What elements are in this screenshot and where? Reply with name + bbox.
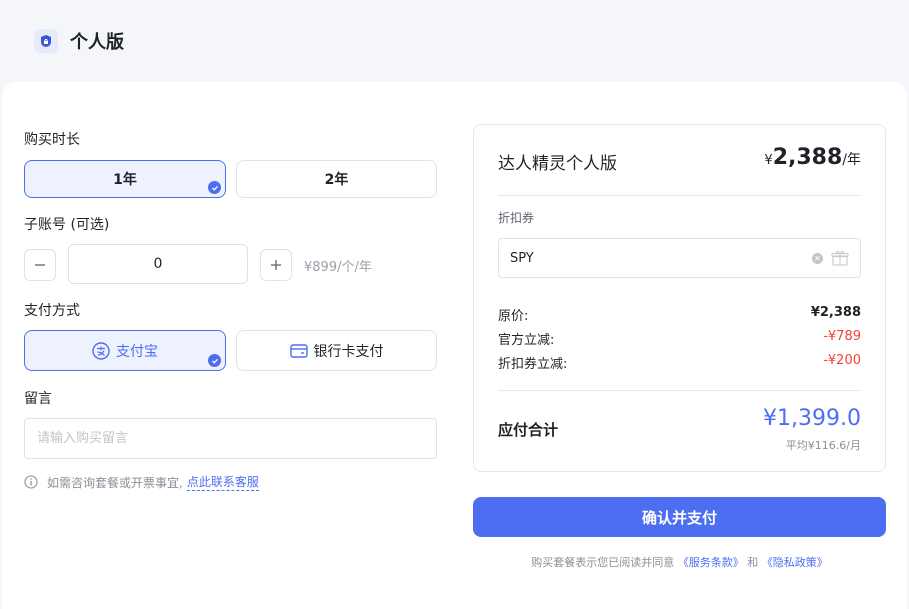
coupon-label: 折扣券 [498,211,535,225]
check-icon [208,181,221,194]
official-discount-value: -¥789 [823,329,861,344]
coupon-discount-row: 折扣券立减: -¥200 [498,353,861,372]
note-label: 留言 [24,391,52,407]
product-name: 达人精灵个人版 [498,154,617,174]
plus-icon [271,260,281,270]
contact-support-link[interactable]: 点此联系客服 [186,473,259,491]
contact-tip: 如需咨询套餐或开票事宜, 点此联系客服 [24,473,259,491]
duration-option-1-year[interactable]: 1年 [24,160,226,198]
price-amount: 2,388 [772,145,843,170]
divider [498,195,861,196]
total-label: 应付合计 [498,421,559,439]
payment-label: 支付方式 [24,303,80,319]
coupon-value: SPY [510,250,534,266]
order-summary: 达人精灵个人版 ¥ 2,388 /年 折扣券 SPY ✕ 原价: ¥2,388 … [473,124,886,472]
minus-icon [35,264,45,266]
original-price-row: 原价: ¥2,388 [498,305,861,324]
subaccount-label: 子账号 (可选) [24,217,110,233]
clear-icon[interactable]: ✕ [812,252,823,264]
duration-option-2-years[interactable]: 2年 [236,160,437,198]
subaccount-quantity-input[interactable] [68,244,248,284]
payment-option-bank-card[interactable]: 银行卡支付 [236,330,437,371]
coupon-discount-label: 折扣券立减: [498,357,568,372]
total-amount: ¥1,399.0 [763,406,861,431]
price-currency: ¥ [764,153,773,168]
coupon-discount-value: -¥200 [823,353,861,368]
alipay-icon [92,341,110,360]
duration-label: 购买时长 [24,132,80,148]
subaccount-unit-price: ¥899/个/年 [304,260,372,275]
note-input[interactable] [24,418,437,459]
official-discount-label: 官方立减: [498,333,555,348]
agreement-prefix: 购买套餐表示您已阅读并同意 [531,556,675,569]
check-icon [208,354,221,367]
original-price-label: 原价: [498,309,529,324]
bank-card-icon [289,343,308,358]
original-price-value: ¥2,388 [810,305,861,320]
official-discount-row: 官方立减: -¥789 [498,329,861,348]
info-icon [24,475,38,489]
decrement-button[interactable] [24,249,56,281]
price-period: /年 [842,152,861,168]
privacy-policy-link[interactable]: 《隐私政策》 [762,556,828,569]
duration-option-label: 1年 [113,172,137,188]
terms-of-service-link[interactable]: 《服务条款》 [678,556,744,569]
shield-bag-icon [34,29,58,53]
payment-option-label: 银行卡支付 [313,343,384,360]
coupon-input[interactable]: SPY ✕ [498,238,861,278]
agreement-text: 购买套餐表示您已阅读并同意 《服务条款》 和 《隐私政策》 [473,554,886,570]
confirm-pay-button[interactable]: 确认并支付 [473,497,886,537]
page-title: 个人版 [70,32,124,53]
increment-button[interactable] [260,249,292,281]
payment-option-label: 支付宝 [116,343,158,360]
duration-option-label: 2年 [324,172,349,188]
tip-text: 如需咨询套餐或开票事宜, [47,475,183,490]
gift-icon[interactable] [831,250,849,266]
divider [498,390,861,391]
product-price: ¥ 2,388 /年 [764,145,861,170]
monthly-average: 平均¥116.6/月 [785,439,861,452]
page-header: 个人版 [0,0,909,82]
purchase-card: 购买时长 1年 2年 子账号 (可选) ¥899/个/年 支付方式 支付宝 [2,82,907,609]
agreement-and: 和 [747,556,759,569]
payment-option-alipay[interactable]: 支付宝 [24,330,226,371]
